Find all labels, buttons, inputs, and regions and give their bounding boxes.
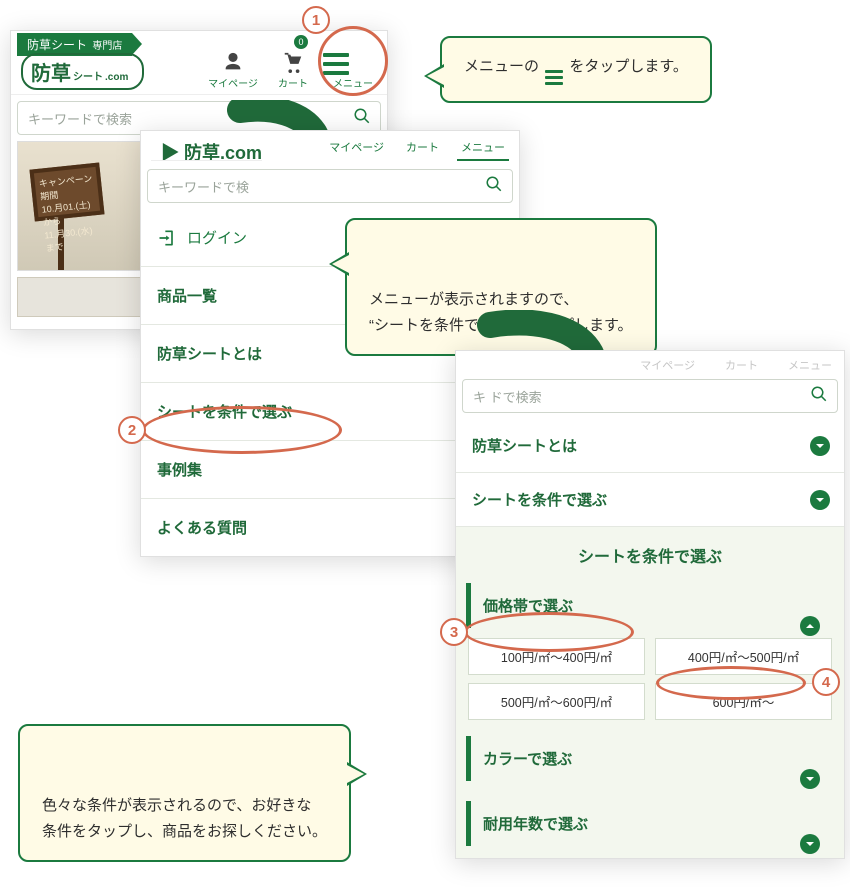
- filter-section-durability[interactable]: 耐用年数で選ぶ: [466, 801, 834, 846]
- filter-panel: シートを条件で選ぶ 価格帯で選ぶ 100円/㎡〜400円/㎡ 400円/㎡〜50…: [456, 527, 844, 858]
- search-bar[interactable]: キ ドで検索: [462, 379, 838, 413]
- cart-label: カート: [278, 79, 308, 90]
- section-label: 耐用年数で選ぶ: [483, 816, 588, 833]
- menu-item-filter[interactable]: シートを条件で選ぶ: [456, 473, 844, 527]
- cart-button[interactable]: 0 カート: [263, 51, 323, 94]
- menu-label: ログイン: [187, 227, 247, 248]
- callout-step2: メニューが表示されますので、 “シートを条件で選ぶ”をタップします。: [345, 218, 657, 356]
- search-icon[interactable]: [476, 175, 512, 198]
- search-placeholder: キ ドで検索: [463, 387, 801, 406]
- chevron-down-icon: [810, 436, 830, 456]
- mypage-label: マイページ: [208, 79, 258, 90]
- callout1-pre: メニューの: [464, 58, 539, 75]
- logo-sub2: .com: [105, 72, 128, 83]
- tab-menu[interactable]: メニュー: [457, 139, 509, 161]
- menu-label: 防草シートとは: [472, 435, 577, 456]
- site-logo-small[interactable]: ▶ 防草.com: [151, 139, 262, 161]
- price-option[interactable]: 100円/㎡〜400円/㎡: [468, 638, 645, 675]
- menu-label: よくある質問: [157, 517, 247, 538]
- callout-step1: メニューの をタップします。: [440, 36, 712, 103]
- step3-marker: 3: [440, 618, 468, 646]
- tab-mypage[interactable]: マイページ: [325, 139, 388, 161]
- menu-label: 事例集: [157, 459, 202, 480]
- user-icon: [222, 51, 244, 73]
- price-option[interactable]: 600円/㎡〜: [655, 683, 832, 720]
- chevron-down-icon: [800, 834, 820, 854]
- menu-label: 防草シートとは: [157, 343, 262, 364]
- price-option[interactable]: 500円/㎡〜600円/㎡: [468, 683, 645, 720]
- filter-section-color[interactable]: カラーで選ぶ: [466, 736, 834, 781]
- step2-marker: 2: [118, 416, 146, 444]
- callout2-text: メニューが表示されますので、 “シートを条件で選ぶ”をタップします。: [369, 291, 633, 334]
- menu-button[interactable]: メニュー: [323, 53, 383, 94]
- login-icon: [157, 228, 177, 248]
- step1-marker: 1: [302, 6, 330, 34]
- mypage-button[interactable]: マイページ: [203, 51, 263, 94]
- filter-section-price[interactable]: 価格帯で選ぶ: [466, 583, 834, 628]
- menu-label: 商品一覧: [157, 285, 217, 306]
- chevron-down-icon: [810, 490, 830, 510]
- callout-step3: 色々な条件が表示されるので、お好きな 条件をタップし、商品をお探しください。: [18, 724, 351, 862]
- menu-label: メニュー: [333, 79, 373, 90]
- search-placeholder: キーワードで検索: [18, 109, 344, 128]
- menu-label: シートを条件で選ぶ: [157, 401, 292, 422]
- cart-count-badge: 0: [294, 35, 308, 49]
- filter-panel-title: シートを条件で選ぶ: [466, 543, 834, 567]
- callout3-text: 色々な条件が表示されるので、お好きな 条件をタップし、商品をお探しください。: [42, 797, 327, 840]
- search-bar[interactable]: キーワードで検: [147, 169, 513, 203]
- signboard-icon: キャンペーン期間 10.月01.(土)から 11.月30.(水)まで: [29, 162, 104, 221]
- badge-line1: 防草シート: [27, 38, 87, 52]
- price-options: 100円/㎡〜400円/㎡ 400円/㎡〜500円/㎡ 500円/㎡〜600円/…: [466, 634, 834, 736]
- hamburger-icon-inline: [545, 70, 563, 85]
- hamburger-icon: [323, 53, 383, 75]
- section-label: 価格帯で選ぶ: [483, 598, 573, 615]
- cart-icon: [282, 51, 304, 73]
- logo-sub1: シート: [73, 68, 103, 83]
- menu-item-about[interactable]: 防草シートとは: [456, 419, 844, 473]
- tab-strip-faded: マイページ カート メニュー: [456, 351, 844, 373]
- step4-marker: 4: [812, 668, 840, 696]
- price-option[interactable]: 400円/㎡〜500円/㎡: [655, 638, 832, 675]
- badge-line2: 専門店: [92, 41, 122, 52]
- logo-main: 防草: [31, 57, 71, 86]
- tab-cart[interactable]: カート: [402, 139, 443, 161]
- search-placeholder: キーワードで検: [148, 177, 476, 196]
- menu-label: シートを条件で選ぶ: [472, 489, 607, 510]
- search-icon[interactable]: [344, 107, 380, 130]
- mobile-screenshot-filters: マイページ カート メニュー キ ドで検索 防草シートとは シートを条件で選ぶ …: [455, 350, 845, 859]
- search-icon[interactable]: [801, 385, 837, 408]
- section-label: カラーで選ぶ: [483, 751, 572, 768]
- chevron-up-icon: [800, 616, 820, 636]
- callout1-post: をタップします。: [569, 58, 688, 75]
- chevron-down-icon: [800, 769, 820, 789]
